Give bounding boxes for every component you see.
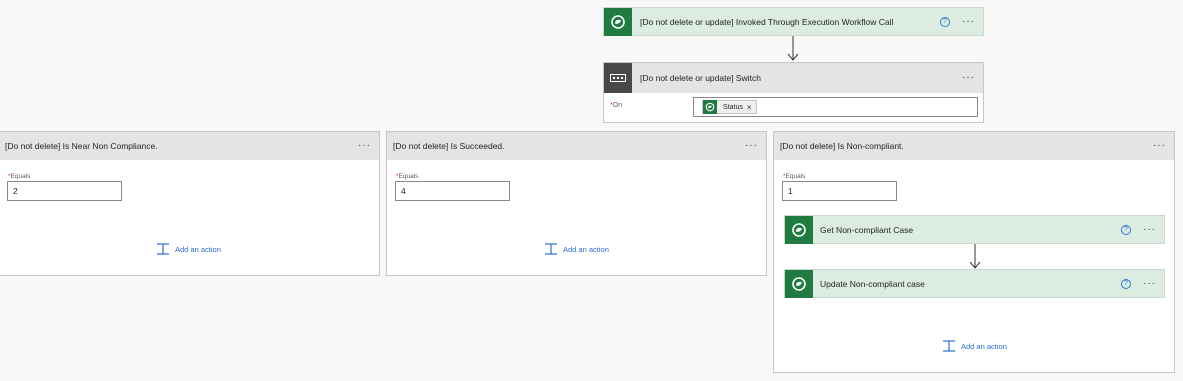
equals-label: *Equals (783, 173, 806, 180)
case-title: [Do not delete] Is Near Non Compliance. (5, 141, 158, 151)
switch-card[interactable]: [Do not delete or update] Switch ··· *On… (603, 62, 984, 123)
case-header[interactable]: [Do not delete] Is Non-compliant. ··· (774, 132, 1174, 160)
case-succeeded: [Do not delete] Is Succeeded. ··· *Equal… (386, 131, 767, 276)
status-token[interactable]: Status × (702, 100, 757, 114)
help-icon[interactable]: ? (1121, 278, 1131, 289)
equals-label: *Equals (8, 173, 31, 180)
dataverse-icon (703, 100, 717, 114)
add-action-button[interactable]: Add an action (156, 243, 221, 255)
add-action-button[interactable]: Add an action (544, 243, 609, 255)
flow-arrow-icon (969, 244, 981, 269)
more-options-icon[interactable]: ··· (745, 141, 758, 151)
action-header[interactable]: Update Non-compliant case ? ··· (785, 269, 1164, 298)
case-non-compliant: [Do not delete] Is Non-compliant. ··· *E… (773, 131, 1175, 373)
help-icon[interactable]: ? (940, 16, 950, 27)
trigger-title: [Do not delete or update] Invoked Throug… (640, 16, 894, 27)
case-header[interactable]: [Do not delete] Is Near Non Compliance. … (0, 132, 379, 160)
status-token-label: Status (723, 103, 743, 111)
more-options-icon[interactable]: ··· (358, 141, 371, 151)
help-icon[interactable]: ? (1121, 224, 1131, 235)
add-action-icon (545, 243, 557, 255)
add-action-button[interactable]: Add an action (942, 340, 1007, 352)
dataverse-icon (785, 215, 813, 244)
switch-icon (604, 62, 632, 93)
get-non-compliant-case-action[interactable]: Get Non-compliant Case ? ··· (784, 215, 1165, 244)
add-action-label: Add an action (563, 244, 609, 254)
case-header[interactable]: [Do not delete] Is Succeeded. ··· (387, 132, 766, 160)
trigger-header[interactable]: [Do not delete or update] Invoked Throug… (604, 7, 983, 36)
more-options-icon[interactable]: ··· (1153, 141, 1166, 151)
switch-header[interactable]: [Do not delete or update] Switch ··· (604, 62, 983, 93)
more-options-icon[interactable]: ··· (1143, 278, 1156, 289)
flow-arrow-icon (787, 36, 799, 61)
trigger-card[interactable]: [Do not delete or update] Invoked Throug… (603, 7, 984, 36)
add-action-label: Add an action (961, 341, 1007, 351)
equals-input[interactable]: 1 (782, 181, 897, 201)
case-title: [Do not delete] Is Succeeded. (393, 141, 505, 151)
equals-input[interactable]: 4 (395, 181, 510, 201)
add-action-icon (943, 340, 955, 352)
action-title: Update Non-compliant case (820, 278, 925, 289)
more-options-icon[interactable]: ··· (962, 16, 975, 27)
more-options-icon[interactable]: ··· (962, 72, 975, 83)
remove-token-icon[interactable]: × (747, 103, 756, 112)
more-options-icon[interactable]: ··· (1143, 224, 1156, 235)
case-title: [Do not delete] Is Non-compliant. (780, 141, 904, 151)
action-title: Get Non-compliant Case (820, 224, 914, 235)
case-near-non-compliance: [Do not delete] Is Near Non Compliance. … (0, 131, 380, 276)
equals-label: *Equals (396, 173, 419, 180)
dataverse-icon (785, 269, 813, 298)
switch-title: [Do not delete or update] Switch (640, 72, 761, 83)
add-action-label: Add an action (175, 244, 221, 254)
on-label: *On (610, 102, 623, 109)
equals-input[interactable]: 2 (7, 181, 122, 201)
action-header[interactable]: Get Non-compliant Case ? ··· (785, 215, 1164, 244)
dataverse-icon (604, 7, 632, 36)
update-non-compliant-case-action[interactable]: Update Non-compliant case ? ··· (784, 269, 1165, 298)
add-action-icon (157, 243, 169, 255)
